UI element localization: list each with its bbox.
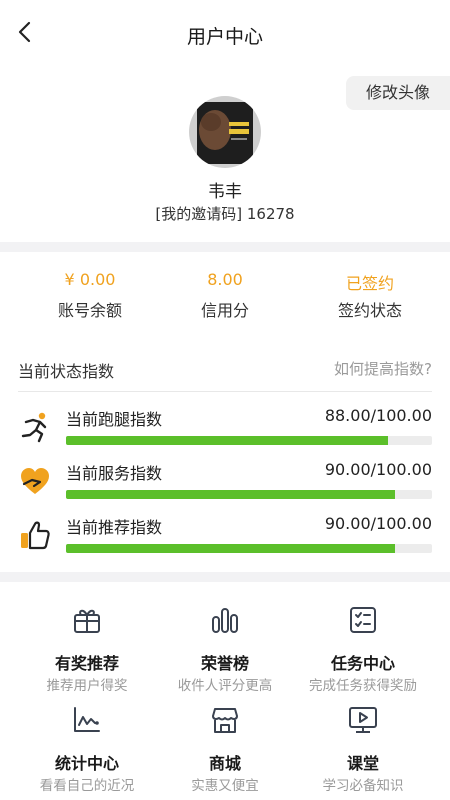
- bar-chart-icon: [212, 608, 238, 633]
- gift-icon: [74, 609, 100, 633]
- task-center-item[interactable]: 任务中心 完成任务获得奖励: [288, 582, 438, 694]
- credit-stat[interactable]: 8.00 信用分: [150, 270, 300, 321]
- contract-label: 签约状态: [337, 301, 402, 320]
- referral-reward-item[interactable]: 有奖推荐 推荐用户得奖: [12, 582, 162, 694]
- errand-index-fill: [66, 436, 389, 445]
- referral-reward-title: 有奖推荐: [54, 654, 119, 673]
- honor-board-item[interactable]: 荣誉榜 收件人评分更高: [150, 582, 300, 694]
- stats-card: ¥ 0.00 账号余额 8.00 信用分 已签约 签约状态 当前状态指数 如何提…: [0, 252, 450, 572]
- errand-index-name: 当前跑腿指数: [66, 410, 163, 429]
- edit-avatar-button[interactable]: 修改头像: [346, 76, 450, 110]
- recommend-index-name: 当前推荐指数: [66, 518, 163, 537]
- profile-section: 修改头像 韦丰 [我的邀请码] 16278: [0, 64, 450, 242]
- thumbs-up-icon: [21, 521, 50, 550]
- improve-index-link[interactable]: 如何提高指数?: [334, 358, 432, 379]
- honor-board-title: 荣誉榜: [200, 654, 249, 673]
- statistics-center-item[interactable]: 统计中心 看看自己的近况: [12, 682, 162, 794]
- balance-stat[interactable]: ¥ 0.00 账号余额: [15, 270, 165, 321]
- feature-grid: 有奖推荐 推荐用户得奖 荣誉榜 收件人评分更高 任务中心 完成任务获得奖励 统计…: [0, 582, 450, 800]
- balance-label: 账号余额: [57, 301, 122, 320]
- service-index-progress: [66, 490, 432, 499]
- page-title: 用户中心: [186, 26, 263, 48]
- recommend-index-score: 90.00/100.00: [324, 514, 432, 533]
- status-section-header: 当前状态指数 如何提高指数?: [18, 356, 432, 392]
- errand-index-progress: [66, 436, 432, 445]
- runner-icon: [21, 412, 47, 443]
- recommend-index-progress: [66, 544, 432, 553]
- statistics-center-title: 统计中心: [54, 754, 119, 773]
- balance-value: ¥ 0.00: [64, 270, 116, 289]
- mall-title: 商城: [208, 754, 241, 773]
- classroom-subtitle: 学习必备知识: [322, 778, 404, 794]
- service-index-name: 当前服务指数: [66, 464, 163, 483]
- service-index-score: 90.00/100.00: [324, 460, 432, 479]
- status-section-title: 当前状态指数: [18, 362, 115, 381]
- nav-bar: 用户中心: [0, 0, 450, 64]
- mall-subtitle: 实惠又便宜: [191, 778, 259, 794]
- mall-item[interactable]: 商城 实惠又便宜: [150, 682, 300, 794]
- errand-index-row: 当前跑腿指数 88.00/100.00: [0, 402, 450, 454]
- recommend-index-row: 当前推荐指数 90.00/100.00: [0, 510, 450, 562]
- service-index-fill: [66, 490, 396, 499]
- errand-index-score: 88.00/100.00: [324, 406, 432, 425]
- task-center-title: 任务中心: [330, 654, 395, 673]
- store-icon: [212, 708, 238, 733]
- contract-stat[interactable]: 已签约 签约状态: [295, 270, 445, 321]
- contract-value: 已签约: [345, 274, 394, 293]
- credit-label: 信用分: [200, 301, 249, 320]
- recommend-index-fill: [66, 544, 396, 553]
- classroom-item[interactable]: 课堂 学习必备知识: [288, 682, 438, 794]
- heart-hand-icon: [21, 468, 49, 494]
- avatar[interactable]: [189, 96, 261, 168]
- video-class-icon: [349, 707, 377, 733]
- line-chart-icon: [74, 707, 100, 732]
- username: 韦丰: [208, 182, 242, 202]
- checklist-icon: [350, 607, 376, 633]
- classroom-title: 课堂: [346, 754, 379, 773]
- credit-value: 8.00: [207, 270, 243, 289]
- service-index-row: 当前服务指数 90.00/100.00: [0, 456, 450, 508]
- statistics-center-subtitle: 看看自己的近况: [39, 778, 135, 794]
- invite-code: [我的邀请码] 16278: [155, 205, 295, 223]
